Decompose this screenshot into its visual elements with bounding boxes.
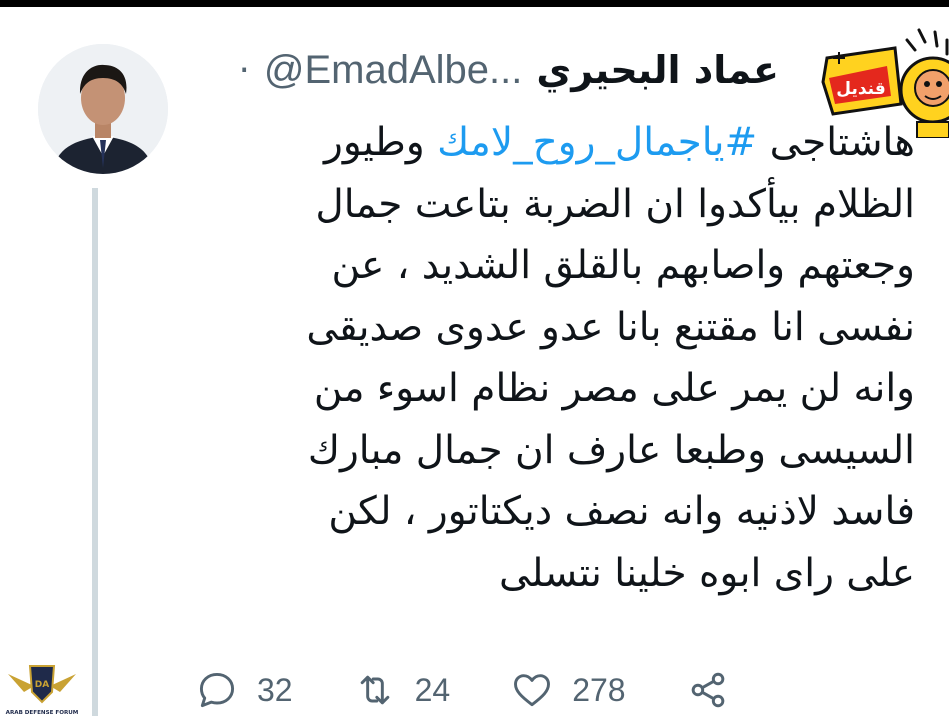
profile-photo [38,44,168,174]
reply-button[interactable]: 32 [195,668,293,712]
line-1-suffix: وطيور [324,120,438,165]
forum-logo-text: ARAB DEFENSE FORUM [6,710,79,716]
tweet-line-1: هاشتاجى #ياجمال_روح_لامك وطيور [205,112,915,174]
tweet-header: عماد البحيري @EmadAlbe... · [238,42,779,98]
like-button[interactable]: 278 [510,668,626,712]
hashtag-link[interactable]: #ياجمال_روح_لامك [437,120,757,165]
tweet-line-3: وجعتهم واصابهم بالقلق الشديد ، عن [331,243,915,288]
top-black-bar [0,0,949,7]
reply-icon [199,672,235,708]
line-1-prefix: هاشتاجى [757,120,915,165]
tweet-line-6: السيسى وطبعا عارف ان جمال مبارك [307,427,915,473]
avatar[interactable] [38,44,168,174]
separator-dot: · [238,49,250,91]
tweet-line-2: الظلام بيأكدوا ان الضربة بتاعت جمال [315,181,915,227]
like-icon [514,674,551,707]
tweet-line-5: وانه لن يمر على مصر نظام اسوء من [313,366,915,411]
thread-line [92,188,98,716]
tweet-actions: 32 24 278 [195,660,790,720]
reply-count: 32 [257,671,293,708]
share-button[interactable] [686,668,730,712]
retweet-icon [360,675,389,705]
like-count: 278 [572,671,626,708]
share-icon [691,672,724,708]
tweet-line-4: نفسى انا مقتنع بانا عدو عدوى صديقى [306,304,915,350]
tweet-line-8: على راى ابوه خلينا نتسلى [498,550,915,596]
tweet-text: هاشتاجى #ياجمال_روح_لامك وطيور الظلام بي… [205,112,915,604]
tweet-line-7: فاسد لاذنيه وانه نصف ديكتاتور ، لكن [328,489,915,534]
user-handle[interactable]: @EmadAlbe... [264,48,523,93]
arab-defense-forum-logo: DA ARAB DEFENSE FORUM [6,665,79,716]
badge-text: قنديل [836,79,885,99]
display-name[interactable]: عماد البحيري [536,48,779,92]
retweet-button[interactable]: 24 [353,668,451,712]
retweet-count: 24 [414,671,451,708]
svg-text:DA: DA [35,680,49,690]
